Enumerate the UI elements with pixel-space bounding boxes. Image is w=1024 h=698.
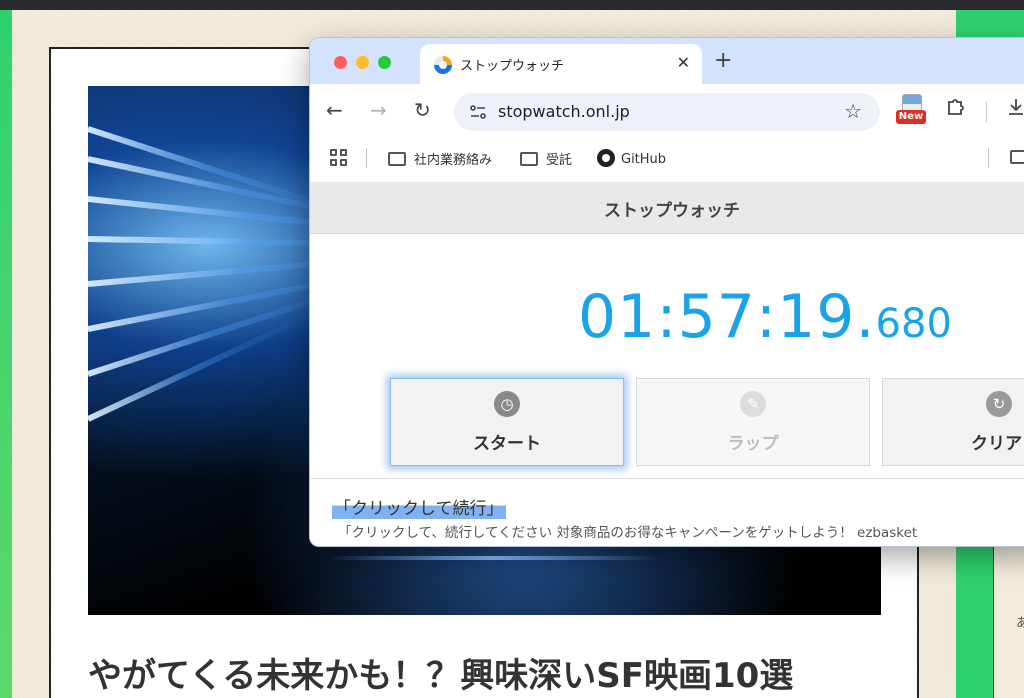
clock-icon: ◷ [494,391,520,417]
bookmarks-divider [988,148,989,168]
timer-display: 01:57:19.680 [578,282,952,352]
bookmark-github[interactable]: GitHub [597,149,666,167]
tab-bar: ストップウォッチ ✕ + [310,38,1024,84]
reload-icon[interactable]: ↻ [414,98,431,122]
timer-main: 01:57:19. [578,282,876,352]
url-text[interactable]: stopwatch.onl.jp [498,102,630,121]
lap-label: ラップ [727,434,779,454]
clear-label: クリア [971,434,1022,454]
apps-grid-icon[interactable] [330,149,348,167]
bookmark-label: 受託 [546,153,573,168]
start-button[interactable]: ◷ スタート [390,378,624,466]
top-strip [0,0,1024,10]
bookmarks-bar: 社内業務絡み 受託 GitHub [310,140,1024,176]
maximize-window-button[interactable] [378,56,391,69]
ad-title-link[interactable]: 「クリックして続行」 [332,494,506,519]
start-label: スタート [473,434,541,454]
lap-button[interactable]: ✎ ラップ [636,378,870,466]
bookmark-folder-internal[interactable]: 社内業務絡み [388,149,492,168]
extensions-puzzle-icon[interactable] [944,96,966,118]
other-bookmarks-folder[interactable] [1010,150,1024,166]
folder-icon [1010,150,1024,164]
page-title: ストップウォッチ [604,201,740,221]
clear-button[interactable]: ↻ クリア [882,378,1024,466]
timer-milliseconds: 680 [875,301,952,347]
close-window-button[interactable] [334,56,347,69]
ad-description[interactable]: 「クリックして、続行してください 対象商品のお得なキャンペーンをゲットしよう！ … [338,521,917,541]
ad-divider [310,478,1024,479]
browser-toolbar: ← → ↻ stopwatch.onl.jp ☆ New [310,84,1024,140]
download-icon[interactable] [1006,96,1024,118]
site-info-icon[interactable] [468,102,488,122]
close-tab-icon[interactable]: ✕ [677,53,690,72]
toolbar-divider [986,102,987,122]
bookmark-folder-contract[interactable]: 受託 [520,149,572,168]
stopwatch-favicon-icon [434,56,452,74]
new-tab-button[interactable]: + [714,48,732,73]
bookmark-label: 社内業務絡み [414,153,493,168]
github-icon [597,149,615,167]
reset-icon: ↻ [986,391,1012,417]
folder-icon [388,152,406,166]
bookmark-star-icon[interactable]: ☆ [844,99,862,123]
tab-title: ストップウォッチ [460,59,565,74]
page-content: ストップウォッチ 01:57:19.680 ◷ スタート ✎ ラップ ↻ クリア… [310,176,1024,546]
minimize-window-button[interactable] [356,56,369,69]
article-title[interactable]: やがてくる未来かも！？興味深いSF映画10選 [88,648,908,697]
tab-stopwatch[interactable]: ストップウォッチ ✕ [420,44,702,84]
folder-icon [520,152,538,166]
extension-new-badge: New [896,110,926,124]
address-bar[interactable]: stopwatch.onl.jp ☆ [454,93,880,131]
bookmark-label: GitHub [621,152,667,167]
back-arrow-icon[interactable]: ← [326,98,343,122]
sidebar-text: あ [1016,616,1024,631]
extension-new-icon[interactable]: New [896,94,928,128]
pencil-icon: ✎ [740,391,766,417]
forward-arrow-icon[interactable]: → [370,98,387,122]
bookmarks-divider [366,148,367,168]
browser-window: ストップウォッチ ✕ + ← → ↻ stopwatch.onl.jp ☆ Ne… [309,37,1024,547]
app-header: ストップウォッチ [310,182,1024,234]
